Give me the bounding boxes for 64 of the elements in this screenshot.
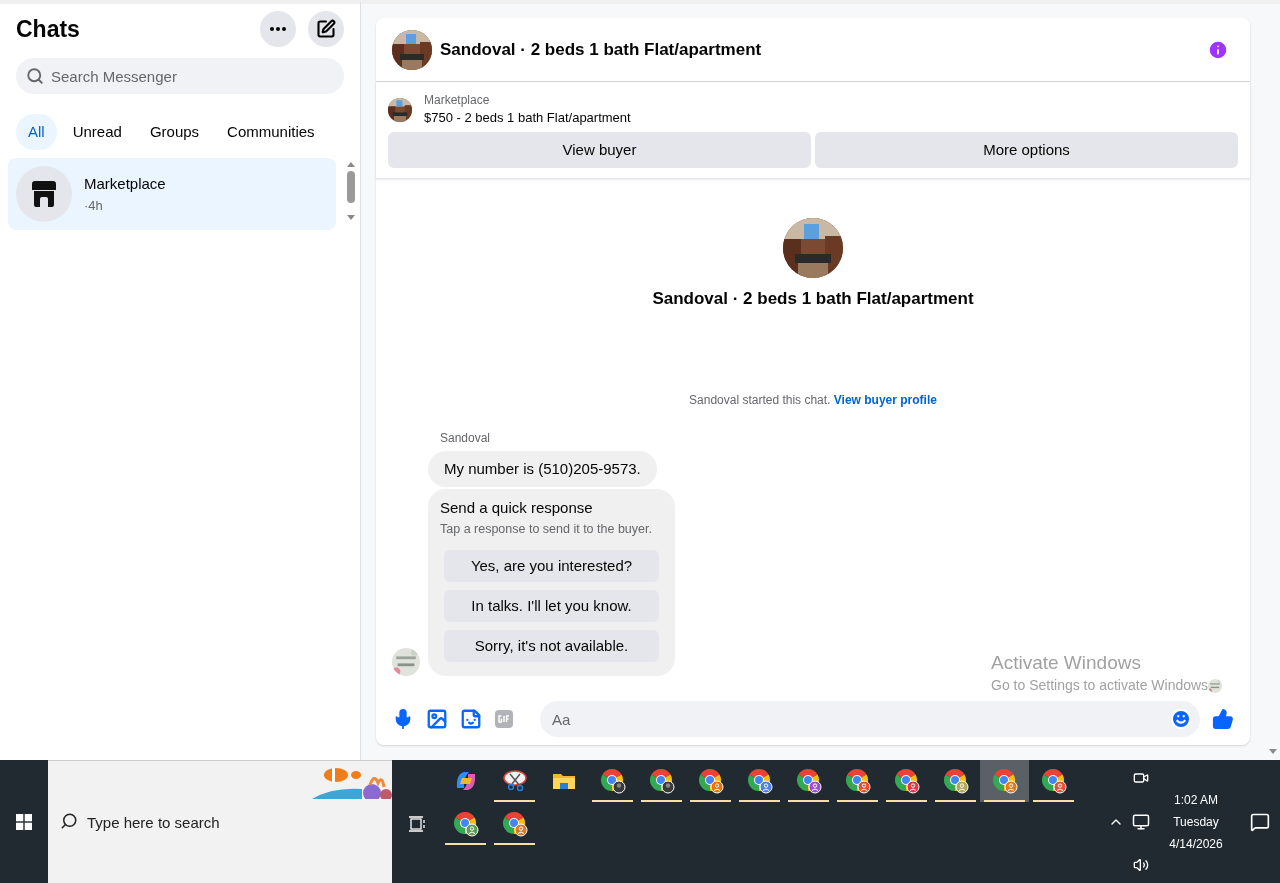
- sender-name: Sandoval: [440, 429, 491, 447]
- scroll-down-icon[interactable]: [347, 215, 355, 220]
- browser-icon: [746, 768, 773, 794]
- listing-button[interactable]: View buyer: [388, 132, 811, 168]
- quick-response-button[interactable]: Yes, are you interested?: [444, 550, 659, 583]
- info-icon: [1207, 38, 1229, 61]
- filter-tab[interactable]: Communities: [215, 114, 327, 150]
- browser-icon: [599, 768, 626, 794]
- scissors-icon: [501, 768, 528, 794]
- search-field[interactable]: Search Messenger: [16, 58, 344, 94]
- browser-icon: [648, 768, 675, 794]
- browser-icon: [795, 768, 822, 794]
- more-icon: [270, 27, 286, 31]
- volume-icon[interactable]: [1133, 857, 1149, 873]
- quick-response-button[interactable]: Sorry, it's not available.: [444, 630, 659, 663]
- clock-day: Tuesday: [1173, 810, 1219, 833]
- clock[interactable]: 1:02 AM Tuesday 4/14/2026: [1158, 788, 1234, 855]
- listing-summary: $750 - 2 beds 1 bath Flat/apartment: [424, 109, 631, 127]
- notifications-icon[interactable]: [1250, 811, 1270, 832]
- network-icon[interactable]: [1132, 812, 1150, 831]
- scroll-up-icon[interactable]: [347, 162, 355, 167]
- browser-icon: [452, 811, 479, 837]
- listing-button[interactable]: More options: [815, 132, 1238, 168]
- quick-response-title: Send a quick response: [440, 498, 594, 518]
- browser-icon: [501, 811, 528, 837]
- chat-time: ·4h: [84, 196, 104, 215]
- taskbar-search-field[interactable]: Type here to search: [48, 760, 392, 883]
- filter-tab[interactable]: Unread: [60, 114, 134, 150]
- search-icon: [60, 812, 78, 830]
- message-bubble: My number is (510)205-9573.: [428, 450, 657, 487]
- chat-item[interactable]: Marketplace ·4h: [8, 158, 336, 230]
- search-icon: [26, 67, 44, 85]
- activation-message: Go to Settings to activate Windows.: [991, 676, 1212, 695]
- browser-icon: [844, 768, 871, 794]
- sticker-icon[interactable]: [460, 708, 482, 731]
- conversation-title: Sandoval · 2 beds 1 bath Flat/apartment: [440, 38, 762, 61]
- quick-response-button[interactable]: In talks. I'll let you know.: [444, 590, 659, 623]
- quick-response-subtitle: Tap a response to send it to the buyer.: [440, 520, 653, 538]
- browser-icon: [893, 768, 920, 794]
- scroll-down-icon[interactable]: [1268, 749, 1277, 754]
- listing-source: Marketplace: [424, 92, 491, 109]
- new-message-button[interactable]: [308, 11, 344, 47]
- compose-icon: [316, 19, 336, 39]
- chat-name: Marketplace: [84, 174, 166, 194]
- windows-icon: [16, 813, 32, 830]
- filter-tab[interactable]: Groups: [137, 114, 212, 150]
- filter-tab[interactable]: All: [16, 114, 57, 150]
- browser-icon: [697, 768, 724, 794]
- activation-title: Activate Windows: [991, 652, 1142, 674]
- browser-icon: [1040, 768, 1067, 794]
- browser-icon: [942, 768, 969, 794]
- buyer-profile-link[interactable]: View buyer profile: [833, 392, 937, 407]
- task-view-icon: [407, 815, 426, 833]
- system-message: Sandoval started this chat. View buyer profile: [689, 392, 937, 407]
- clock-date: 4/14/2026: [1169, 835, 1223, 853]
- more-button[interactable]: [260, 11, 296, 47]
- browser-icon: [991, 768, 1018, 794]
- camera-icon[interactable]: [1133, 770, 1149, 786]
- sidebar-title: Chats: [16, 14, 80, 44]
- like-icon[interactable]: [1212, 708, 1234, 731]
- clock-time: 1:02 AM: [1174, 791, 1218, 809]
- profile-name: Sandoval · 2 beds 1 bath Flat/apartment: [652, 288, 974, 310]
- image-icon[interactable]: [426, 708, 448, 731]
- message-field[interactable]: Aa: [540, 701, 1200, 738]
